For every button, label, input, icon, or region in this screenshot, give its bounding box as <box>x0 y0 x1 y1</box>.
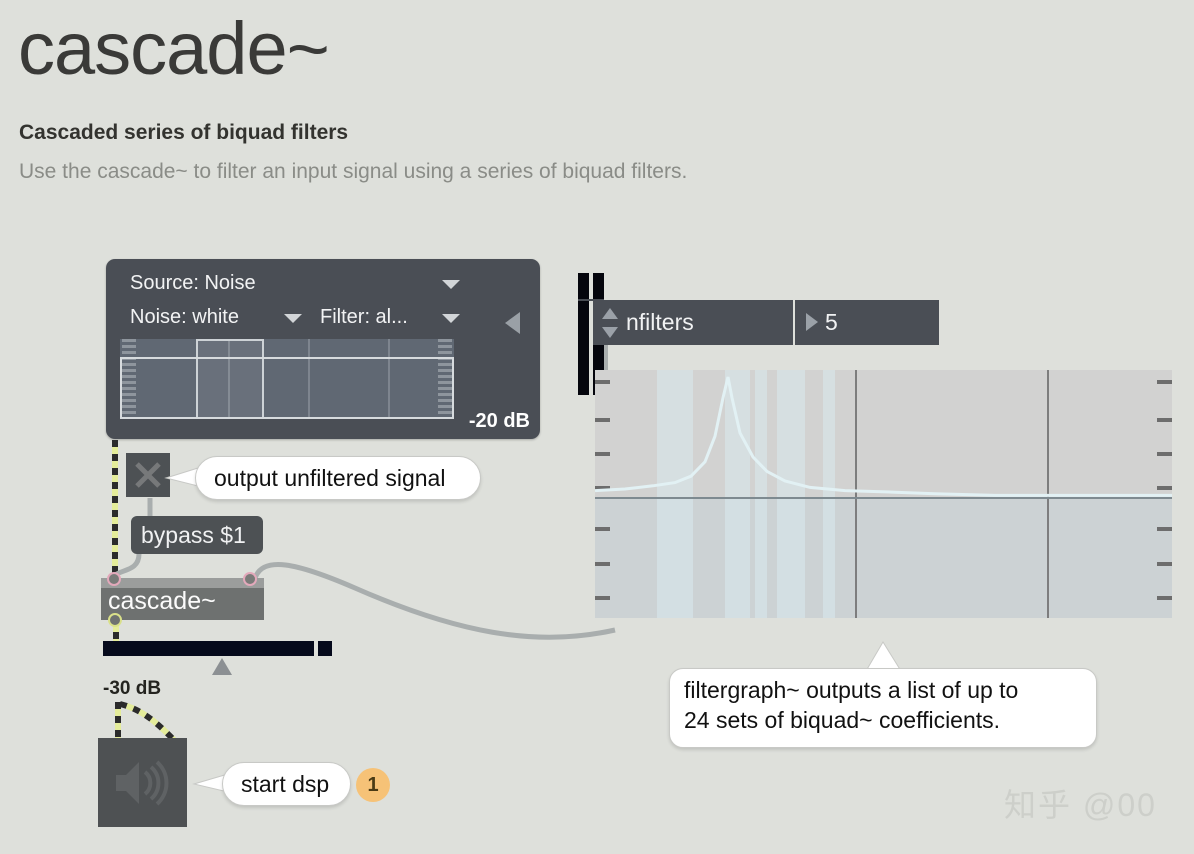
gain-value-label: -30 dB <box>103 678 162 699</box>
object-cascade[interactable]: cascade~ <box>101 578 264 620</box>
eq-display[interactable] <box>120 339 454 419</box>
callout-start-dsp: start dsp <box>222 762 351 806</box>
chevron-down-icon[interactable] <box>442 280 460 289</box>
noise-filter-row[interactable]: Noise: white Filter: al... <box>120 304 460 334</box>
watermark: 知乎 @00 <box>1004 787 1157 823</box>
gain-slider-fill[interactable] <box>103 641 314 656</box>
filtergraph-object[interactable] <box>595 370 1172 618</box>
level-meter-left <box>578 273 589 395</box>
inlet-left[interactable] <box>107 572 121 586</box>
callout-output-unfiltered: output unfiltered signal <box>195 456 481 500</box>
inlet-right[interactable] <box>243 572 257 586</box>
callout-output-unfiltered-label: output unfiltered signal <box>214 465 446 491</box>
object-cascade-label: cascade~ <box>108 587 216 615</box>
page-subtitle: Cascaded series of biquad filters <box>19 121 349 144</box>
gain-slider-tail[interactable] <box>318 641 332 656</box>
triangle-right-icon[interactable] <box>806 313 818 331</box>
nfilters-value: 5 <box>825 309 838 335</box>
page-description: Use the cascade~ to filter an input sign… <box>19 160 688 183</box>
speaker-icon <box>116 760 169 806</box>
patch-cord-nfilters <box>604 345 608 371</box>
nfilters-name-cell[interactable]: nfilters <box>593 300 795 345</box>
gain-slider-handle[interactable] <box>212 658 232 675</box>
filter-select-label: Filter: al... <box>320 306 408 328</box>
eq-curve-line <box>120 357 454 359</box>
nfilters-label: nfilters <box>626 309 694 335</box>
spinner-up-down-icon[interactable] <box>602 308 618 338</box>
chevron-down-icon[interactable] <box>284 314 302 323</box>
eq-curve-outline <box>120 357 454 419</box>
source-panel[interactable]: Source: Noise Noise: white Filter: al... <box>106 259 604 439</box>
source-select-label: Source: Noise <box>130 272 256 294</box>
callout-filtergraph: filtergraph~ outputs a list of up to 24 … <box>669 668 1097 748</box>
noise-select-label: Noise: white <box>130 306 239 328</box>
patcher-canvas: cascade~ Cascaded series of biquad filte… <box>0 0 1194 854</box>
outlet-signal[interactable] <box>108 613 122 627</box>
level-value: -20 dB <box>468 410 530 432</box>
message-bypass-label: bypass $1 <box>141 522 246 548</box>
dac-speaker-object[interactable] <box>98 738 187 827</box>
callout-start-dsp-label: start dsp <box>241 771 330 797</box>
nfilters-value-cell[interactable]: 5 <box>795 300 939 345</box>
callout-filtergraph-line2: 24 sets of biquad~ coefficients. <box>684 707 1001 733</box>
triangle-left-icon[interactable] <box>505 312 520 334</box>
chevron-down-icon[interactable] <box>442 314 460 323</box>
callout-filtergraph-line1: filtergraph~ outputs a list of up to <box>684 677 1019 703</box>
source-select-row[interactable]: Source: Noise <box>120 270 460 300</box>
nfilters-attrui[interactable]: nfilters 5 <box>593 300 939 345</box>
filtergraph-response-curve <box>595 376 1172 497</box>
callout-start-dsp-badge: 1 <box>356 768 390 802</box>
message-bypass[interactable]: bypass $1 <box>131 516 263 554</box>
page-title: cascade~ <box>18 7 330 90</box>
